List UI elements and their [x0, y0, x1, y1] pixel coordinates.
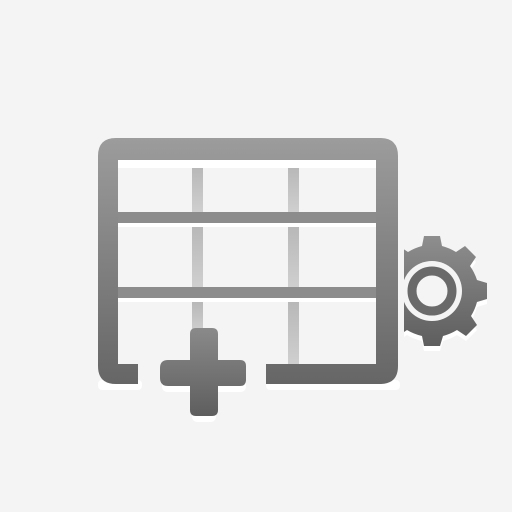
grid-line-h1 [118, 212, 376, 223]
grid-line-v2 [288, 168, 299, 212]
icon-canvas [0, 0, 512, 512]
grid-line-v1 [192, 168, 203, 212]
table-frame-highlight [98, 380, 400, 390]
table-grid-icon [98, 138, 398, 384]
plus-icon [160, 328, 246, 422]
insert-table-icon [98, 138, 487, 422]
grid-line-h2 [118, 287, 376, 298]
